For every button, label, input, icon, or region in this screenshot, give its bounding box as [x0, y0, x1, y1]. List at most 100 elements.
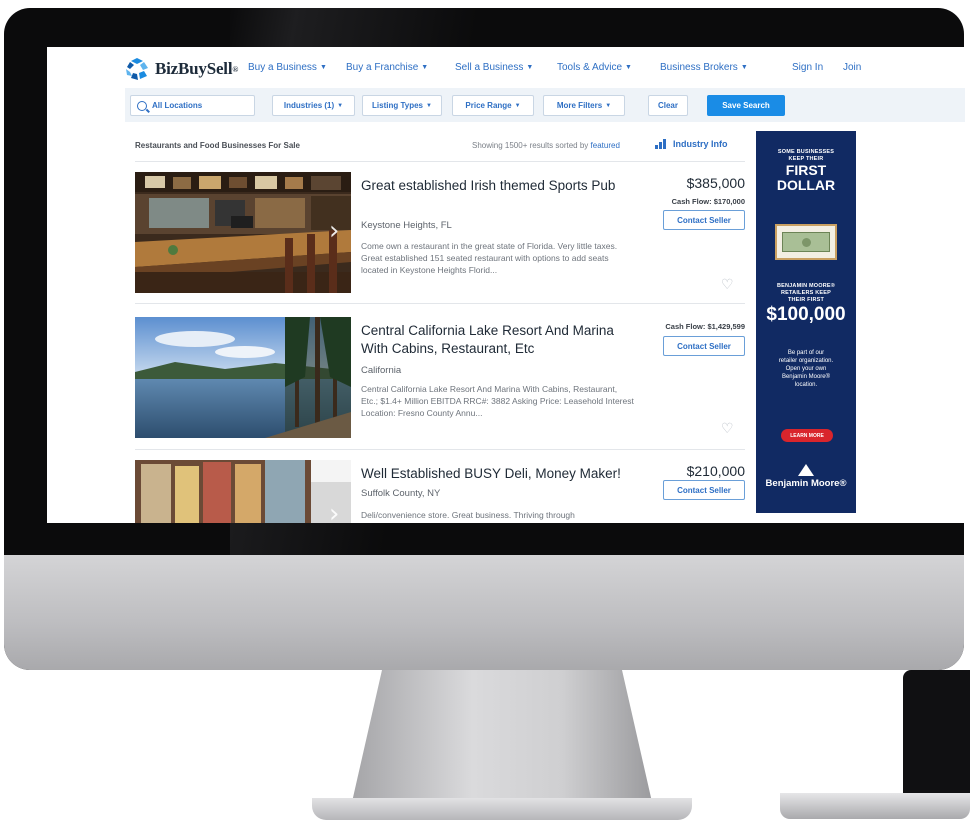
- ad-body-copy: Be part of our retailer organization. Op…: [756, 349, 856, 389]
- nav-label: Buy a Business: [248, 62, 317, 73]
- second-monitor: [903, 670, 970, 795]
- divider: [135, 161, 745, 162]
- chevron-down-icon: ▼: [740, 64, 748, 71]
- listing-cash-flow: Cash Flow: $170,000: [671, 197, 745, 206]
- divider: [135, 303, 745, 304]
- industries-filter[interactable]: Industries (1) ▼: [272, 95, 355, 116]
- nav-sell-a-business[interactable]: Sell a Business ▼: [455, 62, 533, 73]
- listing-location: California: [361, 365, 402, 376]
- benjamin-moore-ad[interactable]: SOME BUSINESSES KEEP THEIR FIRST DOLLAR …: [756, 131, 856, 513]
- next-photo-arrow-icon[interactable]: ›: [329, 217, 343, 245]
- ad-body-line: retailer organization.: [778, 358, 834, 364]
- pub-photo: [135, 172, 351, 293]
- monitor-stand-base: [312, 798, 692, 820]
- nav-label: Business Brokers: [660, 62, 738, 73]
- browser-screen: BizBuySell ® Buy a Business ▼ Buy a Franch…: [47, 47, 965, 523]
- listing-types-filter[interactable]: Listing Types ▼: [362, 95, 442, 116]
- benjamin-moore-triangle-icon: [798, 464, 814, 476]
- join-link[interactable]: Join: [843, 62, 861, 73]
- divider: [135, 449, 745, 450]
- sign-in-link[interactable]: Sign In: [792, 62, 823, 73]
- favorite-heart-icon[interactable]: ♡: [721, 278, 735, 292]
- learn-more-button[interactable]: LEARN MORE: [781, 429, 833, 442]
- ad-body-line: Open your own: [785, 366, 827, 372]
- results-header: Restaurants and Food Businesses For Sale…: [135, 139, 745, 155]
- chevron-down-icon: ▼: [421, 64, 429, 71]
- favorite-heart-icon[interactable]: ♡: [721, 422, 735, 436]
- listing-title[interactable]: Central California Lake Resort And Marin…: [361, 322, 631, 358]
- nav-tools-and-advice[interactable]: Tools & Advice ▼: [557, 62, 632, 73]
- listing-photo-lake[interactable]: [135, 317, 351, 438]
- nav-buy-a-franchise[interactable]: Buy a Franchise ▼: [346, 62, 428, 73]
- sort-link[interactable]: featured: [591, 141, 620, 150]
- ad-line: THEIR FIRST: [787, 297, 825, 303]
- bar-chart-icon: [655, 139, 667, 149]
- nav-label: Buy a Franchise: [346, 62, 419, 73]
- listing-card[interactable]: › Great established Irish themed Sports …: [135, 172, 745, 302]
- listing-types-label: Listing Types: [372, 101, 423, 110]
- ad-body-line: location.: [794, 382, 818, 388]
- listing-card[interactable]: › Well Established BUSY Deli, Money Make…: [135, 460, 745, 523]
- listing-location: Suffolk County, NY: [361, 488, 441, 499]
- chevron-down-icon: ▼: [625, 64, 632, 71]
- chevron-down-icon: ▼: [426, 102, 432, 109]
- listing-title[interactable]: Great established Irish themed Sports Pu…: [361, 177, 631, 195]
- clear-label: Clear: [657, 101, 678, 110]
- industry-info-link[interactable]: Industry Info: [655, 139, 728, 149]
- top-nav: BizBuySell ® Buy a Business ▼ Buy a Franch…: [47, 47, 965, 89]
- chevron-down-icon: ▼: [337, 102, 344, 109]
- framed-dollar-image: [775, 224, 837, 260]
- ad-body-line: Benjamin Moore®: [781, 374, 831, 380]
- ad-headline: DOLLAR: [776, 177, 836, 193]
- ad-amount: $100,000: [766, 304, 846, 325]
- more-filters-button[interactable]: More Filters ▼: [543, 95, 625, 116]
- advertiser-name: Benjamin Moore®: [765, 478, 847, 489]
- contact-seller-button[interactable]: Contact Seller: [663, 210, 745, 230]
- results-count-text: Showing 1500+ results sorted by: [472, 141, 589, 150]
- logo-text: BizBuySell: [155, 59, 233, 78]
- listing-photo-deli[interactable]: ›: [135, 460, 351, 523]
- nav-business-brokers[interactable]: Business Brokers ▼: [660, 62, 748, 73]
- next-photo-arrow-icon[interactable]: ›: [329, 500, 343, 523]
- save-search-label: Save Search: [722, 101, 770, 110]
- clear-button[interactable]: Clear: [648, 95, 688, 116]
- price-range-filter[interactable]: Price Range ▼: [452, 95, 534, 116]
- listing-photo-pub[interactable]: ›: [135, 172, 351, 293]
- deli-photo: [135, 460, 351, 523]
- contact-seller-button[interactable]: Contact Seller: [663, 336, 745, 356]
- chevron-down-icon: ▼: [605, 102, 612, 109]
- benjamin-moore-logo: Benjamin Moore®: [756, 464, 856, 489]
- listing-price: $385,000: [686, 175, 745, 191]
- ad-headline: FIRST: [785, 162, 827, 178]
- second-monitor-base: [780, 793, 970, 819]
- nav-label: Tools & Advice: [557, 62, 623, 73]
- contact-seller-button[interactable]: Contact Seller: [663, 480, 745, 500]
- bizbuysell-logo-icon: [126, 58, 148, 80]
- location-search-input[interactable]: All Locations: [130, 95, 255, 116]
- listing-location: Keystone Heights, FL: [361, 220, 452, 231]
- listing-card[interactable]: Central California Lake Resort And Marin…: [135, 317, 745, 447]
- results-heading: Restaurants and Food Businesses For Sale: [135, 141, 300, 150]
- logo-trademark: ®: [232, 64, 239, 74]
- listing-price: $210,000: [686, 463, 745, 479]
- more-filters-label: More Filters: [556, 101, 603, 110]
- nav-buy-a-business[interactable]: Buy a Business ▼: [248, 62, 327, 73]
- ad-middle-copy: BENJAMIN MOORE® RETAILERS KEEP THEIR FIR…: [756, 283, 856, 326]
- filter-bar: All Locations Industries (1) ▼ Listing Ty…: [125, 88, 965, 122]
- location-placeholder: All Locations: [152, 101, 203, 110]
- listing-cash-flow: Cash Flow: $1,429,599: [665, 322, 745, 331]
- results-count: Showing 1500+ results sorted by featured: [472, 141, 620, 150]
- chevron-down-icon: ▼: [514, 102, 521, 109]
- bizbuysell-logo[interactable]: BizBuySell ®: [125, 57, 238, 81]
- search-icon: [137, 100, 147, 111]
- ad-line: BENJAMIN MOORE®: [776, 283, 836, 289]
- monitor-chin: [4, 555, 964, 670]
- listing-title[interactable]: Well Established BUSY Deli, Money Maker!: [361, 465, 631, 483]
- chevron-down-icon: ▼: [319, 64, 327, 71]
- chevron-down-icon: ▼: [526, 64, 534, 71]
- industries-label: Industries (1): [283, 101, 335, 110]
- listing-description: Come own a restaurant in the great state…: [361, 241, 618, 275]
- save-search-button[interactable]: Save Search: [707, 95, 785, 116]
- industry-info-label: Industry Info: [673, 139, 728, 149]
- dollar-bill: [782, 232, 830, 252]
